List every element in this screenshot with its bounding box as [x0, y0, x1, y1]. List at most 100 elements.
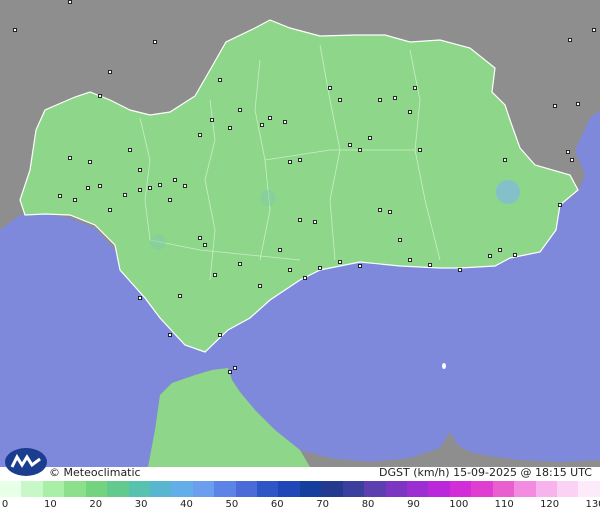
station-marker — [283, 120, 287, 124]
station-marker — [58, 194, 62, 198]
scale-swatch — [321, 481, 343, 497]
station-marker — [123, 193, 127, 197]
scale-swatch — [278, 481, 300, 497]
scale-tick-label: 100 — [449, 499, 469, 510]
station-marker — [88, 160, 92, 164]
station-marker — [592, 28, 596, 32]
station-marker — [298, 218, 302, 222]
station-marker — [513, 253, 517, 257]
station-marker — [570, 158, 574, 162]
gust-hotspot — [260, 190, 276, 206]
scale-swatch — [364, 481, 386, 497]
station-marker — [138, 296, 142, 300]
gust-hotspot — [150, 234, 166, 250]
station-marker — [288, 268, 292, 272]
station-marker — [238, 262, 242, 266]
station-marker — [408, 110, 412, 114]
station-marker — [98, 94, 102, 98]
station-marker — [313, 220, 317, 224]
scale-ticks: 0 10 20 30 40 50 60 70 80 90 100 110 120 130 — [0, 497, 600, 517]
station-marker — [488, 254, 492, 258]
alboran-island — [442, 363, 446, 369]
station-marker — [228, 370, 232, 374]
station-marker — [153, 40, 157, 44]
station-marker — [393, 96, 397, 100]
station-marker — [210, 118, 214, 122]
station-marker — [413, 86, 417, 90]
station-marker — [218, 78, 222, 82]
station-marker — [213, 273, 217, 277]
scale-swatch — [235, 481, 258, 497]
scale-swatch — [107, 481, 129, 497]
station-marker — [98, 184, 102, 188]
station-marker — [173, 178, 177, 182]
station-marker — [268, 116, 272, 120]
station-marker — [68, 0, 72, 4]
station-marker — [198, 236, 202, 240]
scale-tick-label: 20 — [89, 499, 103, 510]
station-marker — [358, 264, 362, 268]
station-marker — [73, 198, 77, 202]
station-marker — [318, 266, 322, 270]
station-marker — [203, 243, 207, 247]
station-marker — [260, 123, 264, 127]
station-marker — [298, 158, 302, 162]
station-marker — [498, 248, 502, 252]
station-marker — [278, 248, 282, 252]
station-marker — [348, 143, 352, 147]
scale-swatch — [471, 481, 493, 497]
station-marker — [258, 284, 262, 288]
scale-swatch — [42, 481, 65, 497]
scale-tick-label: 50 — [225, 499, 239, 510]
station-marker — [138, 188, 142, 192]
scale-swatch — [342, 481, 365, 497]
station-marker — [168, 333, 172, 337]
scale-swatch — [556, 481, 579, 497]
scale-swatch — [449, 481, 472, 497]
station-marker — [358, 148, 362, 152]
scale-tick-label: 10 — [44, 499, 57, 510]
scale-tick-label: 70 — [316, 499, 330, 510]
scale-swatch — [407, 481, 429, 497]
station-marker — [428, 263, 432, 267]
scale-swatch — [149, 481, 172, 497]
scale-swatch — [492, 481, 515, 497]
station-marker — [378, 208, 382, 212]
station-marker — [108, 208, 112, 212]
station-marker — [158, 183, 162, 187]
scale-swatch — [299, 481, 322, 497]
scale-tick-label: 60 — [270, 499, 284, 510]
station-marker — [86, 186, 90, 190]
station-marker — [183, 184, 187, 188]
station-marker — [68, 156, 72, 160]
station-marker — [408, 258, 412, 262]
station-marker — [388, 210, 392, 214]
credit-label: © Meteoclimatic — [49, 466, 141, 479]
scale-swatch — [257, 481, 279, 497]
scale-swatch — [64, 481, 86, 497]
station-marker — [378, 98, 382, 102]
station-marker — [288, 160, 292, 164]
color-scale-bar — [0, 481, 600, 497]
station-marker — [418, 148, 422, 152]
station-marker — [558, 203, 562, 207]
station-marker — [566, 150, 570, 154]
scale-swatch — [428, 481, 450, 497]
scale-tick-label: 120 — [540, 499, 560, 510]
scale-tick-label: 90 — [407, 499, 420, 510]
meteoclimatic-logo-icon — [5, 448, 47, 476]
wind-gust-map — [0, 0, 600, 467]
station-marker — [13, 28, 17, 32]
station-marker — [458, 268, 462, 272]
station-marker — [503, 158, 507, 162]
map-title: DGST (km/h) 15-09-2025 @ 18:15 UTC — [379, 466, 592, 479]
station-marker — [568, 38, 572, 42]
station-marker — [338, 260, 342, 264]
station-marker — [198, 133, 202, 137]
scale-swatch — [171, 481, 193, 497]
scale-tick-label: 80 — [361, 499, 375, 510]
scale-tick-label: 40 — [180, 499, 193, 510]
station-marker — [228, 126, 232, 130]
station-marker — [128, 148, 132, 152]
station-marker — [108, 70, 112, 74]
